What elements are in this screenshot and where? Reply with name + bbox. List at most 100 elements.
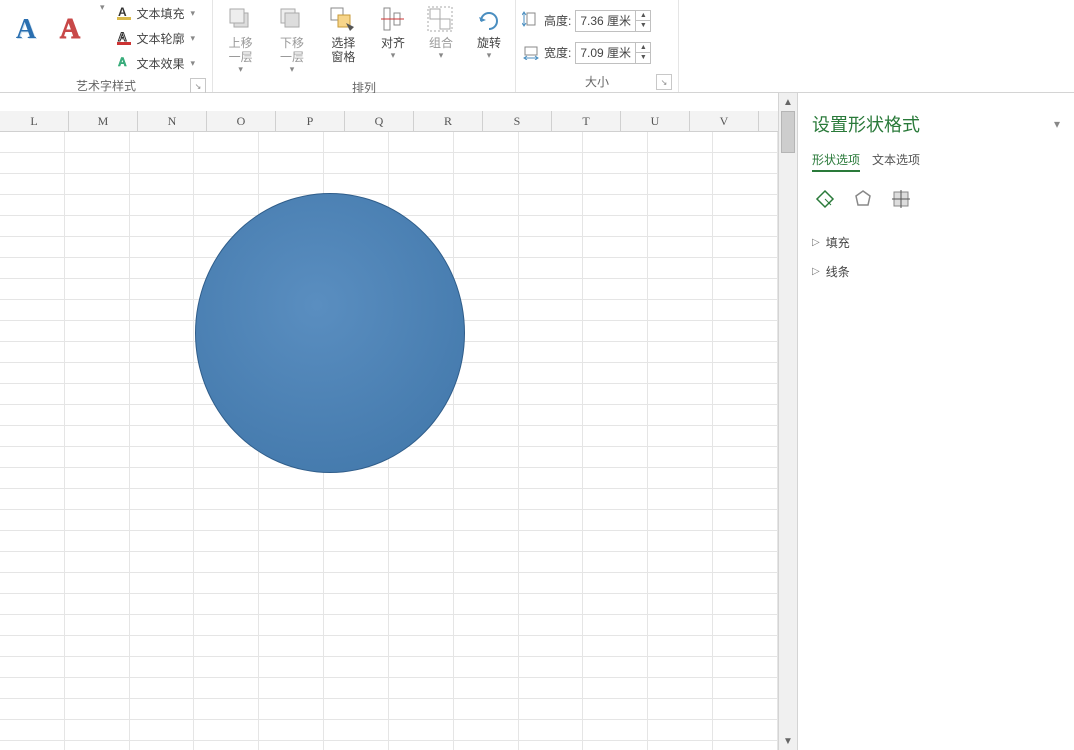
cell[interactable] [130,468,195,488]
width-spinner[interactable]: ▲▼ [635,43,650,63]
cell[interactable] [65,342,130,362]
column-header[interactable]: Q [345,111,414,131]
cell[interactable] [194,489,259,509]
cell[interactable] [0,237,65,257]
cell[interactable] [324,489,389,509]
width-input[interactable]: 7.09 厘米 ▲▼ [575,42,651,64]
cell[interactable] [0,720,65,740]
cell[interactable] [583,468,648,488]
cell[interactable] [519,531,584,551]
cell[interactable] [259,636,324,656]
cell[interactable] [713,195,778,215]
cell[interactable] [0,699,65,719]
cell[interactable] [324,720,389,740]
cell[interactable] [389,468,454,488]
cell[interactable] [130,132,195,152]
cell[interactable] [648,594,713,614]
cell[interactable] [583,699,648,719]
cell[interactable] [130,279,195,299]
cell[interactable] [454,447,519,467]
cell[interactable] [519,342,584,362]
cell[interactable] [324,573,389,593]
cell[interactable] [130,615,195,635]
cell[interactable] [648,258,713,278]
cell[interactable] [259,615,324,635]
cell[interactable] [454,153,519,173]
wordart-style-preset-1[interactable]: A [6,2,46,58]
cell[interactable] [583,279,648,299]
cell[interactable] [519,195,584,215]
cell[interactable] [65,279,130,299]
line-section[interactable]: ▷ 线条 [812,257,1060,286]
cell[interactable] [194,573,259,593]
cell[interactable] [519,174,584,194]
cell[interactable] [324,552,389,572]
cell[interactable] [713,153,778,173]
text-fill-button[interactable]: A 文本填充 ▾ [113,2,202,25]
cell[interactable] [583,678,648,698]
cell[interactable] [519,552,584,572]
cell[interactable] [65,426,130,446]
cell[interactable] [130,216,195,236]
cell[interactable] [194,594,259,614]
cell[interactable] [583,552,648,572]
cell[interactable] [0,384,65,404]
cell[interactable] [0,573,65,593]
cell[interactable] [389,153,454,173]
cell[interactable] [713,363,778,383]
cell[interactable] [713,342,778,362]
cell[interactable] [519,657,584,677]
cell[interactable] [65,195,130,215]
cell[interactable] [454,573,519,593]
cell[interactable] [713,699,778,719]
fill-section[interactable]: ▷ 填充 [812,228,1060,257]
cell[interactable] [0,531,65,551]
cell[interactable] [713,678,778,698]
cell[interactable] [194,531,259,551]
cell[interactable] [648,657,713,677]
cell[interactable] [713,447,778,467]
cell[interactable] [65,594,130,614]
cell[interactable] [583,153,648,173]
column-header[interactable]: T [552,111,621,131]
cell[interactable] [519,699,584,719]
cell[interactable] [583,321,648,341]
cell[interactable] [713,426,778,446]
cell[interactable] [648,216,713,236]
rotate-button[interactable]: 旋转 ▾ [469,2,509,63]
cell[interactable] [0,657,65,677]
cell[interactable] [583,174,648,194]
column-header[interactable]: V [690,111,759,131]
cell[interactable] [0,216,65,236]
cell[interactable] [130,489,195,509]
column-header[interactable]: O [207,111,276,131]
cell[interactable] [713,321,778,341]
dialog-launcher-wordart[interactable]: ↘ [190,78,206,94]
cell[interactable] [648,615,713,635]
cell[interactable] [0,195,65,215]
cell[interactable] [648,363,713,383]
cell[interactable] [65,216,130,236]
cell[interactable] [454,174,519,194]
dialog-launcher-size[interactable]: ↘ [656,74,672,90]
cell[interactable] [65,258,130,278]
cell[interactable] [583,720,648,740]
cell[interactable] [519,426,584,446]
cell[interactable] [324,699,389,719]
cell[interactable] [194,510,259,530]
column-header[interactable]: M [69,111,138,131]
cell[interactable] [519,321,584,341]
wordart-gallery-more[interactable]: ▾ [98,2,107,13]
cell[interactable] [259,699,324,719]
cell[interactable] [65,678,130,698]
cell[interactable] [648,153,713,173]
cell[interactable] [259,594,324,614]
height-input[interactable]: 7.36 厘米 ▲▼ [575,10,651,32]
cell[interactable] [454,363,519,383]
cell[interactable] [130,594,195,614]
cell[interactable] [389,174,454,194]
cell[interactable] [648,510,713,530]
cell[interactable] [389,699,454,719]
cell[interactable] [65,447,130,467]
cell[interactable] [519,363,584,383]
